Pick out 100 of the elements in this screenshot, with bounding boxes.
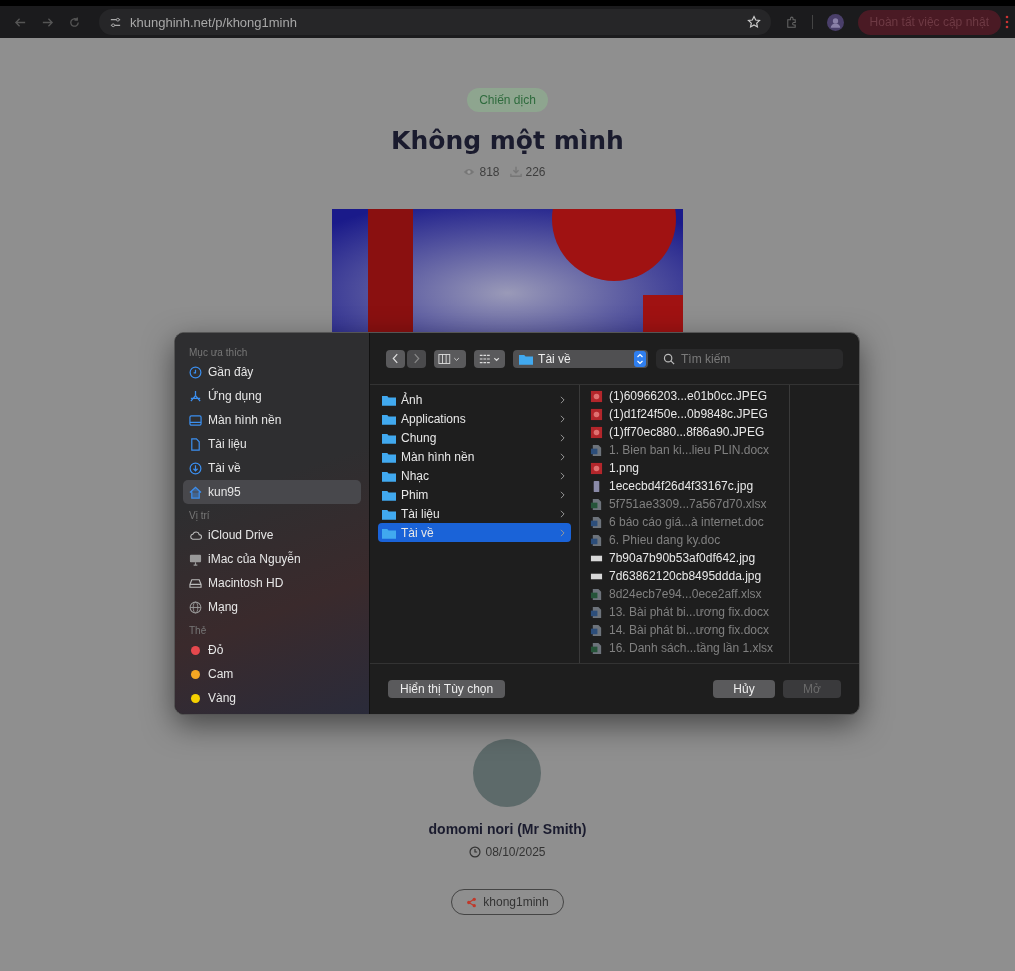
sidebar-item[interactable]: Tài về	[183, 456, 361, 480]
sidebar-heading: Thẻ	[188, 625, 208, 636]
location-dropdown[interactable]: Tài về	[513, 349, 648, 368]
url-text: khunghinh.net/p/khong1minh	[130, 14, 298, 30]
file-row: 8d24ecb7e94...0ece2aff.xlsx	[590, 585, 779, 603]
stepper-icon	[634, 350, 646, 367]
sidebar-item[interactable]: kun95	[183, 480, 361, 504]
folder-row[interactable]: Nhạc	[378, 466, 571, 485]
sidebar-item[interactable]: Mạng	[183, 595, 361, 619]
chevron-right-icon	[560, 471, 565, 480]
chevron-right-icon	[560, 509, 565, 518]
sidebar-item[interactable]: Ứng dụng	[183, 384, 361, 408]
sidebar-item[interactable]: Cam	[183, 662, 361, 686]
image-file-icon	[590, 407, 603, 421]
home-icon	[189, 485, 202, 499]
forward-button[interactable]	[407, 349, 426, 368]
desktop-icon	[189, 413, 202, 427]
profile-icon[interactable]	[826, 13, 844, 31]
share-icon	[466, 896, 478, 908]
monitor-icon	[189, 552, 202, 566]
word-file-icon	[590, 533, 603, 547]
sheet-file-icon	[590, 587, 603, 601]
drive-icon	[189, 576, 202, 590]
folder-icon	[382, 431, 396, 444]
author-name: domomi nori (Mr Smith)	[428, 821, 587, 837]
folder-row[interactable]: Applications	[378, 409, 571, 428]
file-row: 13. Bài phát bi...ương fix.docx	[590, 603, 779, 621]
bookmark-star-icon[interactable]	[746, 15, 761, 29]
sidebar-item[interactable]: iCloud Drive	[183, 523, 361, 547]
chevron-left-icon	[392, 353, 399, 364]
image-file-icon	[590, 425, 603, 439]
folder-row[interactable]: Ảnh	[378, 390, 571, 409]
folder-icon	[382, 526, 396, 539]
globe-icon	[189, 600, 202, 614]
category-badge: Chiến dịch	[467, 88, 548, 112]
file-row[interactable]: (1)ff70ec880...8f86a90.JPEG	[590, 423, 779, 441]
file-row[interactable]: 1ececbd4f26d4f33167c.jpg	[590, 477, 779, 495]
sidebar-item[interactable]: Tài liệu	[183, 432, 361, 456]
folder-icon	[382, 393, 396, 406]
sidebar-item[interactable]: Vàng	[183, 686, 361, 710]
search-field[interactable]: Tìm kiếm	[656, 348, 843, 369]
chevron-right-icon	[560, 433, 565, 442]
file-row: 14. Bài phát bi...ương fix.docx	[590, 621, 779, 639]
apps-icon	[189, 389, 202, 403]
word-file-icon	[590, 515, 603, 529]
sheet-file-icon	[590, 497, 603, 511]
folder-row[interactable]: Chung	[378, 428, 571, 447]
address-bar[interactable]: khunghinh.net/p/khong1minh	[99, 9, 771, 35]
folder-row[interactable]: Tài liệu	[378, 504, 571, 523]
file-row[interactable]: (1)60966203...e01b0cc.JPEG	[590, 387, 779, 405]
file-row[interactable]: 7b90a7b90b53af0df642.jpg	[590, 549, 779, 567]
eye-icon	[463, 166, 476, 178]
file-row: 5f751ae3309...7a567d70.xlsx	[590, 495, 779, 513]
post-date: 08/10/2025	[485, 845, 546, 859]
page-title: Không một mình	[391, 126, 624, 155]
folder-row[interactable]: Tài về	[378, 523, 571, 542]
sidebar-item[interactable]: iMac của Nguyễn	[183, 547, 361, 571]
clock-icon	[189, 365, 202, 379]
sidebar-heading: Vị trí	[188, 510, 211, 521]
chevron-right-icon	[413, 353, 420, 364]
site-settings-icon[interactable]	[109, 15, 122, 29]
chevron-right-icon	[560, 528, 565, 537]
menu-icon[interactable]	[1005, 15, 1009, 29]
search-icon	[663, 352, 675, 365]
image-file-icon	[590, 461, 603, 475]
file-row: 6. Phieu dang ky.doc	[590, 531, 779, 549]
back-button[interactable]	[386, 349, 405, 368]
file-row[interactable]: 1.png	[590, 459, 779, 477]
column-view-button[interactable]	[434, 349, 466, 368]
chevron-right-icon	[560, 395, 565, 404]
file-row: 6 báo cáo giá...à internet.doc	[590, 513, 779, 531]
sidebar-item[interactable]: Macintosh HD	[183, 571, 361, 595]
folder-icon	[382, 488, 396, 501]
folder-row[interactable]: Phim	[378, 485, 571, 504]
sidebar-item[interactable]: Đỏ	[183, 638, 361, 662]
extensions-icon[interactable]	[784, 15, 798, 29]
columns-icon	[438, 352, 462, 365]
sheet-file-icon	[590, 641, 603, 655]
folder-icon	[382, 412, 396, 425]
file-row[interactable]: (1)d1f24f50e...0b9848c.JPEG	[590, 405, 779, 423]
clock-icon	[469, 846, 482, 858]
image-file-icon	[590, 389, 603, 403]
cloud-icon	[189, 528, 202, 542]
show-options-button[interactable]: Hiển thị Tùy chọn	[388, 680, 506, 698]
sidebar-item[interactable]: Gần đây	[183, 360, 361, 384]
file-row: 16. Danh sách...tầng lần 1.xlsx	[590, 639, 779, 657]
grid-icon	[477, 352, 502, 365]
file-row: 1. Bien ban ki...lieu PLIN.docx	[590, 441, 779, 459]
cancel-button[interactable]: Hủy	[713, 680, 775, 698]
chevron-right-icon	[560, 452, 565, 461]
folder-row[interactable]: Màn hình nền	[378, 447, 571, 466]
folder-icon	[382, 507, 396, 520]
word-file-icon	[590, 623, 603, 637]
sidebar-item[interactable]: Màn hình nền	[183, 408, 361, 432]
folder-icon	[382, 450, 396, 463]
folder-icon	[382, 469, 396, 482]
view-count: 818	[479, 165, 500, 179]
file-row[interactable]: 7d63862120cb8495ddda.jpg	[590, 567, 779, 585]
word-file-icon	[590, 443, 603, 457]
group-view-button[interactable]	[473, 349, 506, 368]
